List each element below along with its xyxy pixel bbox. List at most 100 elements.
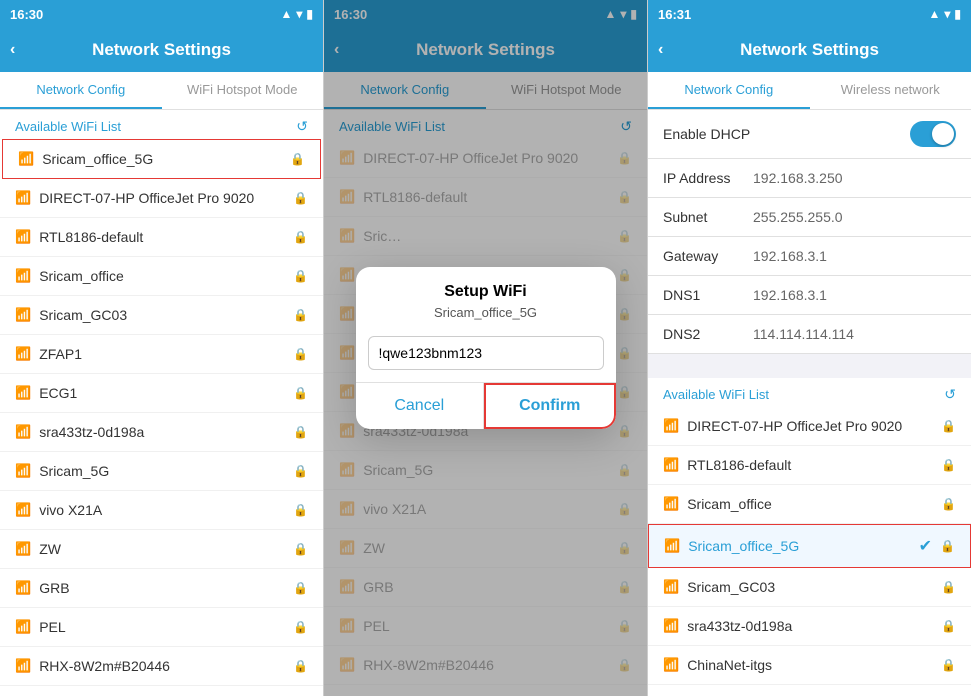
connected-checkmark-icon: ✔ (919, 536, 932, 556)
list-item[interactable]: 📶 Sricam_GC03 🔒 (648, 568, 971, 607)
lock-icon: 🔒 (293, 347, 308, 361)
lock-icon: 🔒 (293, 191, 308, 205)
gateway-label: Gateway (663, 248, 753, 264)
wifi-icon-1: ▾ (296, 7, 302, 21)
list-item[interactable]: 📶 Sricam_GC03 🔒 (0, 296, 323, 335)
dhcp-row: Enable DHCP (648, 110, 971, 159)
list-item[interactable]: 📶 DIRECT-07-HP OfficeJet Pro 9020 🔒 (0, 179, 323, 218)
refresh-icon-3[interactable]: ↺ (944, 386, 956, 403)
phone-panel-2: 16:30 ▲ ▾ ▮ ‹ Network Settings Network C… (324, 0, 648, 696)
dns1-value: 192.168.3.1 (753, 287, 827, 303)
wifi-signal-icon: 📶 (15, 463, 31, 479)
wifi-name: ZFAP1 (39, 346, 289, 362)
wifi-name: sra433tz-0d198a (39, 424, 289, 440)
list-item[interactable]: 📶 RHX-8W2m#B20446 🔒 (0, 647, 323, 686)
lock-icon: 🔒 (293, 308, 308, 322)
list-item[interactable]: 📶 Sricam_office 🔒 (0, 257, 323, 296)
wifi-signal-icon: 📶 (15, 346, 31, 362)
tab-wifi-hotspot-1[interactable]: WiFi Hotspot Mode (162, 72, 324, 109)
wifi-name: PEL (39, 619, 289, 635)
gateway-value: 192.168.3.1 (753, 248, 827, 264)
battery-icon-1: ▮ (306, 7, 313, 21)
wifi-password-input[interactable] (368, 336, 604, 370)
wifi-list-1: 📶 Sricam_office_5G 🔒 📶 DIRECT-07-HP Offi… (0, 139, 323, 696)
list-item[interactable]: 📶 DIRECT-07-HP OfficeJet Pro 9020 🔒 (648, 407, 971, 446)
wifi-name: Sricam_office_5G (42, 151, 286, 167)
wifi-item-selected[interactable]: 📶 Sricam_office_5G ✔ 🔒 (648, 524, 971, 568)
lock-icon: 🔒 (940, 539, 955, 553)
list-item[interactable]: 📶 Sricam_office 🔒 (648, 485, 971, 524)
section-divider (648, 354, 971, 378)
wifi-name: ECG1 (39, 385, 289, 401)
list-item[interactable]: 📶 GRB 🔒 (0, 569, 323, 608)
dns1-row: DNS1 192.168.3.1 (648, 276, 971, 315)
wifi-name: RTL8186-default (687, 457, 937, 473)
wifi-name: ChinaNet-itgs (687, 657, 937, 673)
list-item[interactable]: 📶 ChinaNet-itgs 🔒 (648, 646, 971, 685)
wifi-signal-icon: 📶 (15, 424, 31, 440)
list-item[interactable]: 📶 sra433tz-0d198a 🔒 (648, 607, 971, 646)
wifi-signal-icon: 📶 (15, 658, 31, 674)
tab-network-config-1[interactable]: Network Config (0, 72, 162, 109)
subnet-row: Subnet 255.255.255.0 (648, 198, 971, 237)
modal-input-wrap (356, 330, 616, 382)
ip-address-row: IP Address 192.168.3.250 (648, 159, 971, 198)
wifi-name-selected: Sricam_office_5G (688, 538, 918, 554)
cancel-button[interactable]: Cancel (356, 383, 485, 429)
wifi-icon-3: ▾ (944, 7, 950, 21)
ip-label: IP Address (663, 170, 753, 186)
wifi-item-sricam5g-1[interactable]: 📶 Sricam_office_5G 🔒 (2, 139, 321, 179)
lock-icon: 🔒 (293, 542, 308, 556)
header-title-3: Network Settings (740, 40, 879, 60)
wifi-signal-icon: 📶 (664, 538, 680, 554)
dhcp-toggle[interactable] (910, 121, 956, 147)
tab-network-config-3[interactable]: Network Config (648, 72, 810, 109)
lock-icon: 🔒 (293, 425, 308, 439)
signal-icon-1: ▲ (280, 7, 292, 21)
lock-icon: 🔒 (293, 386, 308, 400)
refresh-icon-1[interactable]: ↺ (296, 118, 308, 135)
lock-icon: 🔒 (293, 620, 308, 634)
time-1: 16:30 (10, 7, 43, 22)
list-item[interactable]: 📶 ZFAP1 🔒 (0, 335, 323, 374)
back-button-3[interactable]: ‹ (658, 41, 663, 59)
lock-icon: 🔒 (941, 619, 956, 633)
list-item[interactable]: 📶 RTL8186-default 🔒 (0, 218, 323, 257)
tab-bar-3: Network Config Wireless network (648, 72, 971, 110)
tab-bar-1: Network Config WiFi Hotspot Mode (0, 72, 323, 110)
wifi-list-3: 📶 DIRECT-07-HP OfficeJet Pro 9020 🔒 📶 RT… (648, 407, 971, 696)
dns1-label: DNS1 (663, 287, 753, 303)
list-item[interactable]: 📶 PEL 🔒 (0, 608, 323, 647)
list-item[interactable]: 📶 Sricam_5G 🔒 (0, 452, 323, 491)
wifi-signal-icon: 📶 (15, 385, 31, 401)
wifi-name: Sricam_office (39, 268, 289, 284)
wifi-signal-icon: 📶 (15, 307, 31, 323)
list-item[interactable]: 📶 vivo X21A 🔒 (648, 685, 971, 696)
list-item[interactable]: 📶 sra433tz-0d198a 🔒 (0, 413, 323, 452)
list-item[interactable]: 📶 ECG1 🔒 (0, 374, 323, 413)
wifi-signal-icon: 📶 (663, 457, 679, 473)
lock-icon: 🔒 (293, 581, 308, 595)
back-button-1[interactable]: ‹ (10, 41, 15, 59)
subnet-label: Subnet (663, 209, 753, 225)
lock-icon: 🔒 (293, 230, 308, 244)
list-item[interactable]: 📶 RTL8186-default 🔒 (648, 446, 971, 485)
tab-wireless-network-3[interactable]: Wireless network (810, 72, 971, 109)
wifi-section-label-3: Available WiFi List ↺ (648, 378, 971, 407)
wifi-name: RHX-8W2m#B20446 (39, 658, 289, 674)
lock-icon: 🔒 (941, 458, 956, 472)
wifi-signal-icon: 📶 (15, 541, 31, 557)
wifi-name: Sricam_office (687, 496, 937, 512)
list-item[interactable]: 📶 ZW 🔒 (0, 530, 323, 569)
setup-wifi-modal: Setup WiFi Sricam_office_5G Cancel Confi… (356, 267, 616, 429)
wifi-name: ZW (39, 541, 289, 557)
available-wifi-label-1: Available WiFi List (15, 119, 121, 134)
confirm-button[interactable]: Confirm (484, 383, 616, 429)
battery-icon-3: ▮ (954, 7, 961, 21)
signal-icon-3: ▲ (928, 7, 940, 21)
subnet-value: 255.255.255.0 (753, 209, 843, 225)
dns2-value: 114.114.114.114 (753, 326, 854, 342)
list-item[interactable]: 📶 vivo X21A 🔒 (0, 491, 323, 530)
header-1: ‹ Network Settings (0, 28, 323, 72)
lock-icon: 🔒 (293, 659, 308, 673)
